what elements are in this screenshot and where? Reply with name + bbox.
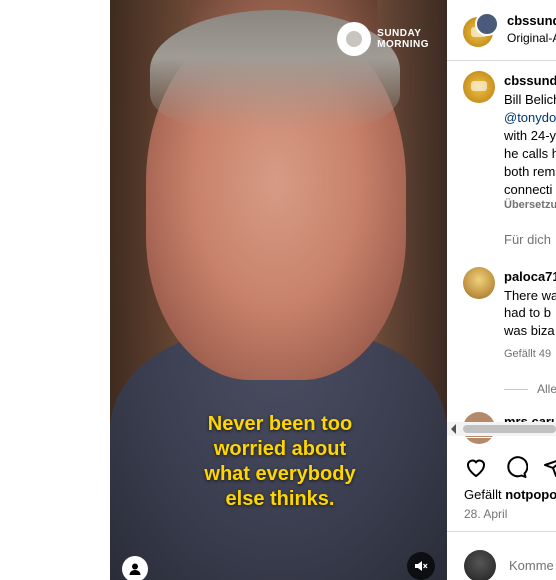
mention-link[interactable]: @tonydo: [504, 110, 556, 125]
tagged-users-button[interactable]: [122, 556, 148, 580]
post-text-line: both rem: [504, 164, 556, 179]
likes-user-link[interactable]: notpopo: [505, 487, 556, 502]
actions-divider: [447, 437, 556, 438]
caption-line: what everybody: [204, 463, 356, 485]
comment-input[interactable]: Komme: [509, 558, 554, 573]
comment-text-line: There wa: [504, 288, 556, 303]
header-divider: [447, 60, 556, 61]
brand-line-2: MORNING: [377, 39, 429, 50]
caption-line: Never been too: [207, 413, 353, 435]
brand-text: SUNDAY MORNING: [377, 28, 429, 50]
caption-line: worried about: [213, 438, 347, 460]
for-you-label: Für dich: [504, 232, 551, 247]
comment-likes[interactable]: Gefällt 49: [504, 348, 551, 360]
video-caption: Never been too worried about what everyb…: [170, 412, 390, 512]
likes-prefix: Gefällt: [464, 487, 502, 502]
post-username[interactable]: cbssund: [504, 73, 556, 88]
post-side-panel: cbssund Original-A cbssund Bill Belich @…: [447, 0, 556, 580]
collaborator-avatar[interactable]: [475, 12, 499, 36]
header-subtitle[interactable]: Original-A: [507, 31, 556, 45]
header-username[interactable]: cbssund: [507, 13, 556, 28]
sun-icon: [337, 22, 372, 56]
brand-line-1: SUNDAY: [377, 28, 422, 39]
post-text-line: with 24-y: [504, 128, 556, 143]
scrollbar-thumb[interactable]: [463, 425, 556, 433]
left-gutter: [0, 0, 110, 580]
heart-icon[interactable]: [464, 455, 488, 479]
scroll-left-arrow[interactable]: [451, 424, 456, 434]
post-avatar[interactable]: [463, 71, 495, 103]
view-all-replies[interactable]: Alle: [537, 382, 556, 396]
comment-box-divider: [447, 531, 556, 532]
comment-text-line: was biza: [504, 323, 555, 338]
sunday-morning-logo: SUNDAY MORNING: [337, 22, 429, 56]
horizontal-scrollbar[interactable]: [447, 422, 556, 436]
view-replies-line: [504, 389, 528, 390]
speaker-muted-icon: [415, 561, 428, 571]
share-icon[interactable]: [543, 455, 556, 479]
comment-username[interactable]: paloca71: [504, 269, 556, 284]
post-text-line: connecti: [504, 182, 553, 197]
post-text-line: he calls h: [504, 146, 556, 161]
translate-link[interactable]: Übersetzu: [504, 199, 556, 211]
post-text-line: Bill Belich: [504, 92, 556, 107]
video-player[interactable]: SUNDAY MORNING Never been too worried ab…: [110, 0, 447, 580]
mute-button[interactable]: [407, 552, 435, 580]
person-icon: [129, 563, 141, 575]
post-date[interactable]: 28. April: [464, 507, 507, 521]
likes-summary: Gefällt notpopo: [464, 487, 556, 502]
commenter-avatar[interactable]: [463, 267, 495, 299]
caption-line: else thinks.: [225, 488, 335, 510]
comment-text-line: had to b: [504, 305, 551, 320]
current-user-avatar: [464, 550, 496, 580]
comment-icon[interactable]: [504, 455, 528, 479]
